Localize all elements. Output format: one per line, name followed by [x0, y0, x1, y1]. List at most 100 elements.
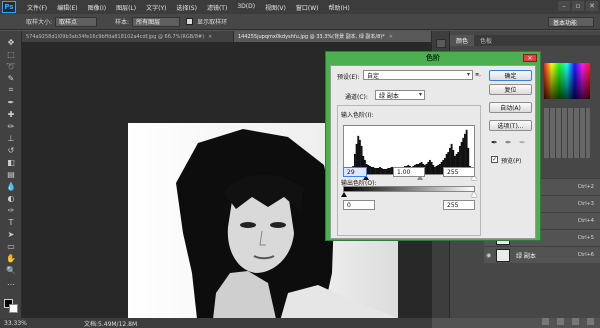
dialog-title: 色阶	[426, 54, 440, 62]
shape-tool-icon[interactable]: ▭	[4, 241, 18, 251]
sample-select[interactable]: 所有图层	[132, 16, 181, 27]
history-icon[interactable]	[436, 39, 446, 48]
history-brush-icon[interactable]: ↺	[4, 145, 18, 155]
menu-items: 文件(F) 编辑(E) 图像(I) 图层(L) 文字(Y) 选择(S) 滤镜(T) 3D(D)…	[22, 3, 355, 12]
menu-item[interactable]: 编辑(E)	[52, 3, 82, 12]
histogram-bar	[380, 167, 383, 174]
show-ring-checkbox[interactable]	[186, 18, 194, 25]
document-info: 文档:5.49M/12.8M	[84, 320, 138, 328]
load-selection-icon[interactable]	[542, 317, 549, 325]
histogram-bar	[368, 165, 371, 174]
output-white-slider[interactable]	[471, 192, 477, 197]
sample-size-label: 取样大小:	[26, 19, 53, 26]
background-color-swatch[interactable]	[9, 304, 18, 313]
histogram-bar	[367, 164, 370, 174]
eraser-tool-icon[interactable]: ◧	[4, 157, 18, 167]
channel-shortcut: Ctrl+6	[577, 252, 594, 258]
histogram-bar	[375, 167, 378, 174]
channel-shortcut: Ctrl+4	[577, 218, 594, 224]
save-selection-icon[interactable]	[557, 317, 564, 325]
workspace-select[interactable]: 基本功能	[548, 17, 594, 27]
quick-select-icon[interactable]: ✎	[4, 73, 18, 83]
close-icon[interactable]: ✕	[208, 34, 212, 40]
close-icon[interactable]: ✕	[523, 54, 537, 62]
tab-swatches[interactable]: 色板	[474, 35, 498, 46]
menu-item[interactable]: 帮助(H)	[324, 3, 355, 12]
tab-color[interactable]: 颜色	[450, 35, 475, 46]
ok-button[interactable]: 确定	[489, 70, 532, 81]
pen-tool-icon[interactable]: ✑	[4, 205, 18, 215]
tab-document-1[interactable]: 574a9258d1l09b3ab34fe16c9bffda818102a4cd…	[22, 31, 234, 42]
photoshop-logo: Ps	[2, 1, 16, 13]
menu-item[interactable]: 窗口(W)	[291, 3, 324, 12]
brush-tool-icon[interactable]: ✏	[4, 121, 18, 131]
zoom-tool-icon[interactable]: 🔍	[4, 265, 18, 275]
menu-item[interactable]: 3D(D)	[232, 3, 260, 12]
reset-button[interactable]: 复位	[489, 84, 532, 95]
close-icon[interactable]: ✕	[586, 1, 598, 11]
histogram-bar	[370, 166, 373, 174]
output-black-field[interactable]: 0	[343, 200, 375, 210]
trash-icon[interactable]	[587, 317, 594, 325]
output-white-field[interactable]: 255	[443, 200, 475, 210]
more-tools-icon[interactable]: …	[4, 277, 18, 287]
visibility-eye-icon[interactable]: ◉	[486, 252, 494, 259]
histogram-bar	[429, 159, 431, 174]
preset-options-icon[interactable]: ≣,	[475, 72, 481, 78]
options-button[interactable]: 选项(T)...	[489, 120, 532, 131]
sample-label: 样本:	[115, 19, 130, 26]
hand-tool-icon[interactable]: ✋	[4, 253, 18, 263]
white-eyedropper-icon[interactable]: ✒	[519, 138, 526, 147]
auto-button[interactable]: 自动(A)	[489, 102, 532, 113]
close-icon[interactable]: ✕	[389, 34, 393, 40]
menu-item[interactable]: 图层(L)	[111, 3, 141, 12]
menu-item[interactable]: 文件(F)	[22, 3, 52, 12]
minimize-icon[interactable]: –	[558, 1, 570, 11]
maximize-icon[interactable]: ▫	[572, 1, 584, 11]
menu-item[interactable]: 滤镜(T)	[202, 3, 232, 12]
crop-tool-icon[interactable]: ⌗	[4, 85, 18, 95]
histogram-bar	[378, 166, 381, 174]
gradient-tool-icon[interactable]: ▤	[4, 169, 18, 179]
preview-checkbox[interactable]: ✓	[491, 156, 498, 163]
lasso-tool-icon[interactable]: ➰	[4, 61, 18, 71]
gray-eyedropper-icon[interactable]: ✒	[505, 138, 512, 147]
channel-select[interactable]: 绿 副本	[375, 90, 425, 100]
menu-item[interactable]: 文字(Y)	[141, 3, 171, 12]
black-eyedropper-icon[interactable]: ✒	[491, 138, 498, 147]
menu-item[interactable]: 图像(I)	[83, 3, 111, 12]
menu-bar: Ps 文件(F) 编辑(E) 图像(I) 图层(L) 文字(Y) 选择(S) 滤镜(T) 3D…	[0, 0, 600, 14]
blur-tool-icon[interactable]: 💧	[4, 181, 18, 191]
color-spectrum[interactable]	[544, 63, 590, 99]
channel-row[interactable]: ◉ 绿 副本 Ctrl+6	[484, 246, 600, 263]
tab-document-2[interactable]: 144255jupqmx0kdyshfu.jpg @ 33.3%(背景 副本, …	[234, 31, 432, 42]
histogram-bar	[383, 168, 386, 174]
color-panel-tabs: 颜色 色板	[450, 35, 600, 46]
new-channel-icon[interactable]	[572, 317, 579, 325]
sample-size-select[interactable]: 取样点	[55, 16, 98, 27]
input-gamma-field[interactable]: 1.00	[393, 167, 425, 177]
menu-item[interactable]: 选择(S)	[171, 3, 202, 12]
dodge-tool-icon[interactable]: ◐	[4, 193, 18, 203]
swatch-grid[interactable]	[544, 108, 590, 158]
histogram-bar	[425, 163, 428, 174]
preset-select[interactable]: 自定	[363, 70, 473, 80]
histogram-bar	[434, 166, 436, 174]
input-black-field[interactable]: 29	[343, 167, 367, 177]
output-black-slider[interactable]	[341, 192, 347, 197]
histogram-bar	[435, 165, 438, 174]
move-tool-icon[interactable]: ✥	[4, 37, 18, 47]
zoom-level[interactable]: 33.33%	[4, 320, 44, 327]
eyedropper-tool-icon[interactable]: ✒	[4, 97, 18, 107]
histogram-bar	[377, 167, 380, 174]
marquee-tool-icon[interactable]: ⬚	[4, 49, 18, 59]
path-select-icon[interactable]: ➤	[4, 229, 18, 239]
histogram-bar	[372, 166, 375, 174]
menu-item[interactable]: 视图(V)	[260, 3, 291, 12]
clone-stamp-icon[interactable]: ⊥	[4, 133, 18, 143]
type-tool-icon[interactable]: T	[4, 217, 18, 227]
healing-brush-icon[interactable]: ✚	[4, 109, 18, 119]
output-gradient	[343, 186, 475, 192]
histogram-bar	[430, 161, 433, 174]
input-white-field[interactable]: 255	[443, 167, 475, 177]
